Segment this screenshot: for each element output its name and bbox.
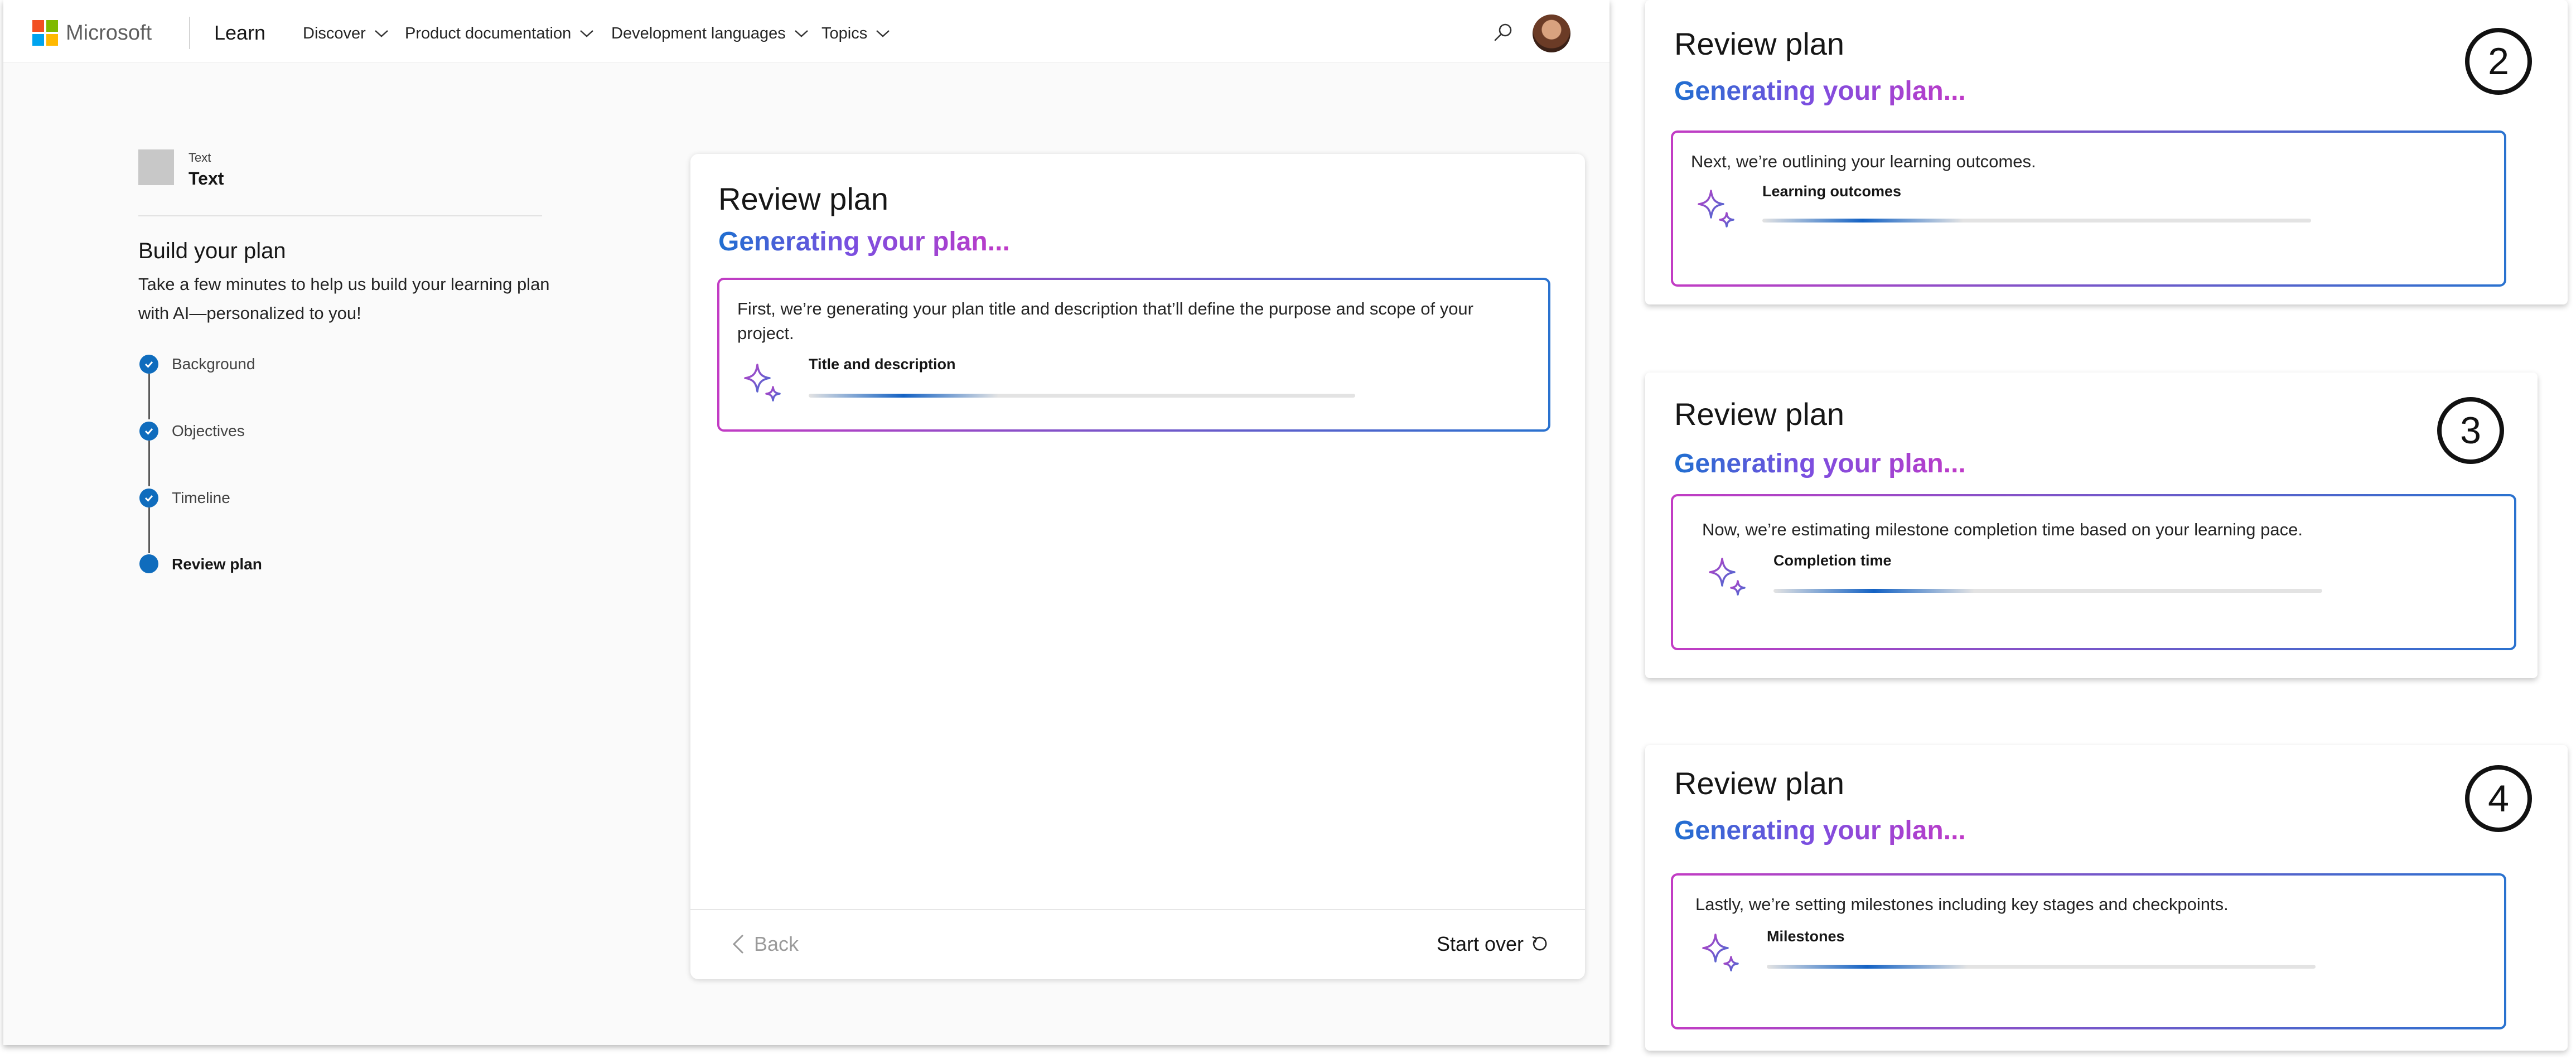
microsoft-logo-icon[interactable] — [32, 20, 58, 46]
generating-heading: Generating your plan... — [718, 227, 1010, 257]
nav-topics[interactable]: Topics — [821, 23, 891, 43]
review-plan-card: Review plan Generating your plan... Firs… — [690, 154, 1585, 979]
text-thumbnail — [138, 149, 174, 185]
panel-status-sublabel: Learning outcomes — [1762, 183, 1902, 200]
learn-link[interactable]: Learn — [214, 20, 265, 46]
panel-title: Review plan — [1674, 766, 1845, 801]
panel-generating-heading: Generating your plan... — [1674, 816, 1966, 845]
text-heading: Text — [189, 168, 224, 188]
panel-status-description: Next, we’re outlining your learning outc… — [1691, 152, 2036, 171]
stepper-connector — [148, 374, 150, 419]
start-over-button[interactable]: Start over — [1437, 932, 1549, 956]
status-sublabel: Title and description — [809, 356, 956, 373]
panel-title: Review plan — [1674, 26, 1845, 61]
sparkle-icon — [1702, 934, 1739, 971]
chevron-down-icon — [876, 30, 890, 37]
panel-status-sublabel: Completion time — [1773, 552, 1892, 569]
step-complete-check-icon — [139, 422, 158, 441]
brand-name[interactable]: Microsoft — [66, 20, 152, 46]
panel-status-description: Lastly, we’re setting milestones includi… — [1695, 894, 2229, 914]
nav-product-documentation[interactable]: Product documentation — [405, 23, 595, 43]
panel-generating-heading: Generating your plan... — [1674, 449, 1966, 478]
panel-status-box: Lastly, we’re setting milestones includi… — [1671, 873, 2506, 1029]
back-button[interactable]: Back — [731, 932, 799, 956]
sparkle-icon — [1698, 190, 1734, 228]
panel-status-sublabel: Milestones — [1767, 928, 1845, 945]
step-complete-check-icon — [139, 489, 158, 507]
step-panel-3: Review plan Generating your plan... Now,… — [1645, 373, 2538, 678]
chevron-down-icon — [374, 30, 388, 37]
start-over-label: Start over — [1436, 932, 1524, 955]
nav-divider — [189, 17, 190, 49]
progress-bar-fill — [1762, 219, 1963, 223]
build-plan-description: Take a few minutes to help us build your… — [138, 274, 550, 323]
step-complete-check-icon — [139, 355, 158, 374]
status-description: First, we’re generating your plan title … — [737, 299, 1473, 343]
refresh-icon — [1532, 936, 1547, 951]
chevron-down-icon — [794, 30, 808, 37]
top-navigation: Microsoft Learn Discover Product documen… — [3, 0, 1610, 62]
progress-bar-fill — [1767, 965, 1968, 969]
search-icon[interactable] — [1492, 21, 1515, 43]
chevron-down-icon — [580, 30, 594, 37]
step-current-dot-icon — [139, 554, 158, 573]
progress-bar-fill — [809, 394, 998, 398]
stepper-connector — [148, 441, 150, 486]
step-number-badge: 3 — [2437, 397, 2504, 464]
sidebar-divider — [138, 215, 542, 216]
step-number-badge: 2 — [2465, 28, 2532, 95]
progress-bar-fill — [1773, 589, 1974, 593]
step-panel-2: Review plan Generating your plan... Next… — [1645, 0, 2568, 304]
step-review-plan[interactable]: Review plan — [172, 555, 262, 573]
step-objectives[interactable]: Objectives — [172, 422, 245, 440]
panel-status-box: Next, we’re outlining your learning outc… — [1671, 130, 2506, 287]
step-background[interactable]: Background — [172, 355, 255, 373]
panel-status-box: Now, we’re estimating milestone completi… — [1671, 494, 2516, 650]
card-footer: Back Start over — [690, 909, 1585, 979]
nav-discover-label: Discover — [303, 25, 366, 42]
stepper-connector — [148, 507, 150, 553]
sparkle-icon — [744, 364, 781, 402]
panel-status-description: Now, we’re estimating milestone completi… — [1702, 520, 2303, 539]
nav-topics-label: Topics — [821, 25, 868, 42]
step-number-badge: 4 — [2465, 765, 2532, 832]
progress-bar — [809, 394, 1355, 398]
learn-window: Microsoft Learn Discover Product documen… — [3, 0, 1610, 1045]
nav-product-documentation-label: Product documentation — [405, 25, 572, 42]
card-title: Review plan — [718, 181, 889, 216]
sparkle-icon — [1709, 558, 1746, 596]
panel-title: Review plan — [1674, 396, 1845, 432]
step-panel-4: Review plan Generating your plan... Last… — [1645, 745, 2568, 1051]
progress-bar — [1762, 219, 2311, 223]
generation-status-box: First, we’re generating your plan title … — [717, 278, 1550, 432]
step-timeline[interactable]: Timeline — [172, 489, 230, 507]
panel-generating-heading: Generating your plan... — [1674, 76, 1966, 106]
chevron-left-icon — [732, 934, 744, 954]
progress-bar — [1767, 965, 2316, 969]
nav-discover[interactable]: Discover — [303, 23, 389, 43]
nav-development-languages-label: Development languages — [611, 25, 786, 42]
text-overline: Text — [189, 151, 211, 165]
nav-development-languages[interactable]: Development languages — [611, 23, 809, 43]
back-label: Back — [754, 932, 799, 955]
avatar[interactable] — [1533, 14, 1570, 52]
build-plan-title: Build your plan — [138, 239, 286, 263]
progress-bar — [1773, 589, 2322, 593]
